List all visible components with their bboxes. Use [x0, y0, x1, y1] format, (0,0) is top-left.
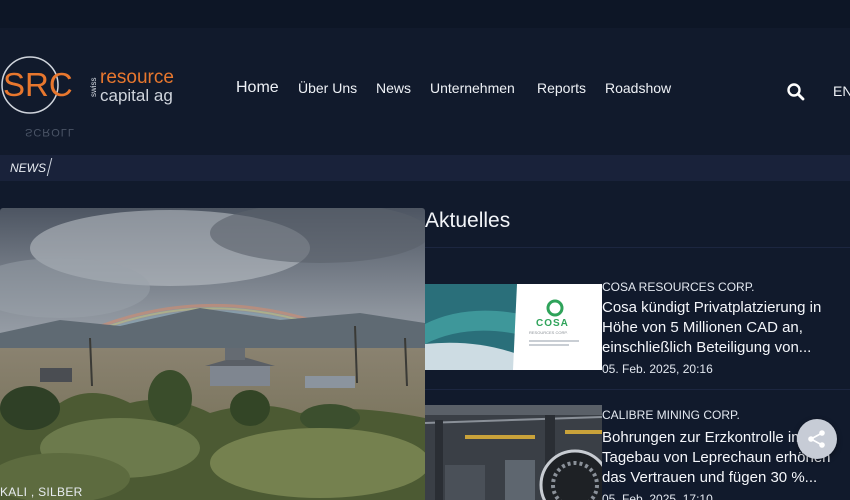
scroll-label: SCROLL [25, 126, 76, 138]
logo-letters: SRC [3, 66, 73, 103]
search-icon[interactable] [786, 82, 806, 102]
news-item[interactable]: CALIBRE MINING CORP. Bohrungen zur Erzko… [425, 405, 850, 500]
news-item[interactable]: COSA RESOURCES CORP. COSA RESOURCES CORP… [425, 280, 850, 402]
nav-ueber-uns[interactable]: Über Uns [298, 80, 357, 96]
hero-image[interactable] [0, 208, 425, 500]
nav-unternehmen[interactable]: Unternehmen [430, 80, 515, 96]
logo-line-2: capital ag [100, 86, 173, 105]
news-thumbnail [425, 405, 602, 500]
src-logo[interactable]: SRC swiss resource capital ag [0, 50, 190, 120]
news-divider [425, 389, 850, 390]
thumb-logo: COSA [536, 318, 569, 329]
news-date: 05. Feb. 2025, 17:10 [602, 492, 713, 500]
logo-line-1: resource [100, 67, 174, 88]
section-divider [425, 247, 850, 248]
top-strip [0, 0, 850, 28]
hero-tags[interactable]: KALI , SILBER [0, 485, 83, 499]
section-title: Aktuelles [425, 209, 511, 232]
share-icon[interactable] [797, 419, 837, 459]
nav-roadshow[interactable]: Roadshow [605, 80, 671, 96]
nav-home[interactable]: Home [236, 79, 279, 97]
news-company: COSA RESOURCES CORP. [602, 280, 755, 294]
logo-vertical-text: swiss [89, 77, 98, 97]
nav-reports[interactable]: Reports [537, 80, 586, 96]
news-date: 05. Feb. 2025, 20:16 [602, 362, 713, 376]
language-switch[interactable]: EN [833, 83, 850, 99]
breadcrumb-news[interactable]: NEWS [10, 161, 46, 175]
news-title[interactable]: Cosa kündigt Privatplatzierung in Höhe v… [602, 298, 848, 358]
breadcrumb: NEWS [0, 155, 850, 181]
news-company: CALIBRE MINING CORP. [602, 408, 740, 422]
news-thumbnail: COSA RESOURCES CORP. [425, 284, 602, 370]
breadcrumb-separator [46, 158, 53, 176]
site-header: SRC swiss resource capital ag SCROLL Hom… [0, 28, 850, 154]
thumb-subtitle: RESOURCES CORP. [529, 330, 568, 335]
nav-news[interactable]: News [376, 80, 411, 96]
